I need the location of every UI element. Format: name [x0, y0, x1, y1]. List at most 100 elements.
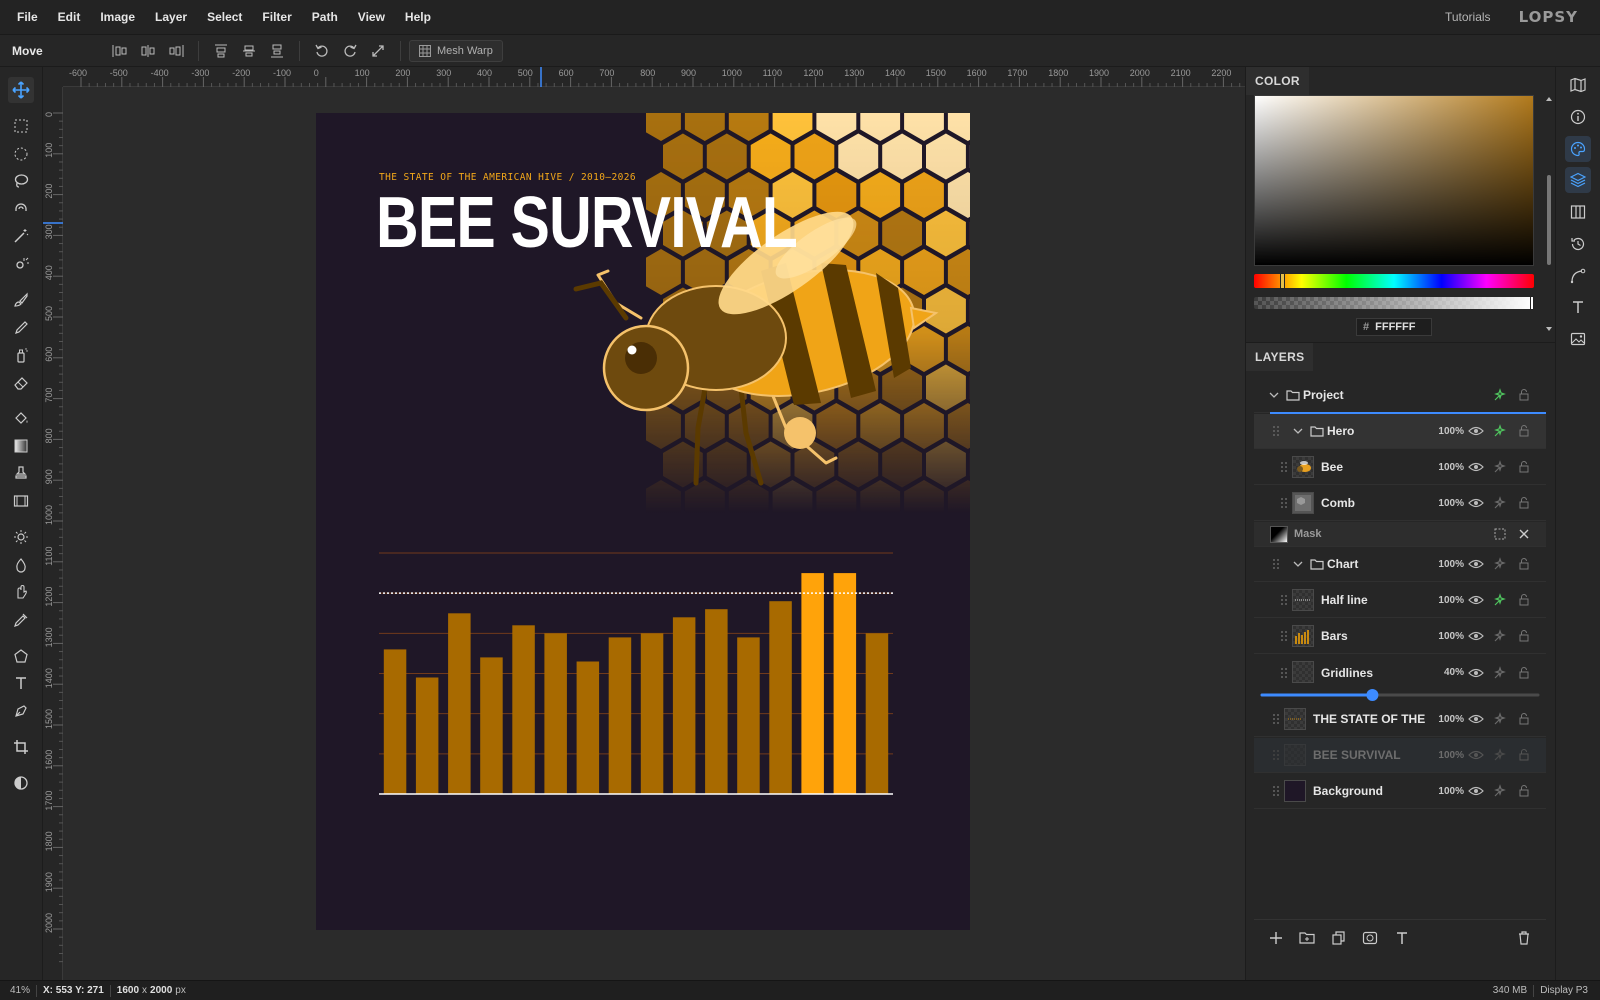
- layer-row-gridlines[interactable]: Gridlines 40%: [1254, 655, 1546, 690]
- menu-edit[interactable]: Edit: [48, 10, 91, 24]
- eye-icon[interactable]: [1468, 495, 1484, 511]
- eye-icon[interactable]: [1468, 628, 1484, 644]
- layer-opacity[interactable]: 100%: [1434, 631, 1464, 642]
- image-adjust-button[interactable]: [1565, 326, 1591, 352]
- channels-button[interactable]: [1565, 199, 1591, 225]
- text-tool[interactable]: [8, 670, 34, 696]
- layers-button[interactable]: [1565, 167, 1591, 193]
- canvas-area[interactable]: THE STATE OF THE AMERICAN HIVE / 2010–20…: [63, 88, 1245, 980]
- layer-opacity[interactable]: 100%: [1434, 714, 1464, 725]
- quick-select-tool[interactable]: [8, 251, 34, 277]
- align-middle-button[interactable]: [235, 37, 263, 65]
- layer-opacity[interactable]: 100%: [1434, 786, 1464, 797]
- magnetic-lasso-tool[interactable]: [8, 196, 34, 222]
- close-icon[interactable]: [1516, 526, 1532, 542]
- drag-handle-icon[interactable]: [1272, 749, 1280, 761]
- gradient-tool[interactable]: [8, 433, 34, 459]
- mask-select-icon[interactable]: [1492, 526, 1508, 542]
- dodge-tool[interactable]: [8, 524, 34, 550]
- menu-filter[interactable]: Filter: [252, 10, 301, 24]
- chevron-down-icon[interactable]: [1290, 423, 1306, 439]
- eyedropper-tool[interactable]: [8, 607, 34, 633]
- align-center-h-button[interactable]: [134, 37, 162, 65]
- fx-icon[interactable]: [1492, 556, 1508, 572]
- rotate-right-button[interactable]: [336, 37, 364, 65]
- lock-icon[interactable]: [1516, 628, 1532, 644]
- layer-row-comb[interactable]: Comb 100%: [1254, 486, 1546, 521]
- layer-opacity[interactable]: 100%: [1434, 595, 1464, 606]
- drag-handle-icon[interactable]: [1280, 497, 1288, 509]
- alpha-handle[interactable]: [1530, 296, 1534, 310]
- drag-handle-icon[interactable]: [1280, 630, 1288, 642]
- info-button[interactable]: [1565, 104, 1591, 130]
- color-button[interactable]: [1565, 136, 1591, 162]
- chevron-down-icon[interactable]: [1266, 387, 1282, 403]
- rect-select-tool[interactable]: [8, 113, 34, 139]
- brush-tool[interactable]: [8, 287, 34, 313]
- delete-layer-button[interactable]: [1514, 928, 1534, 948]
- tutorials-link[interactable]: Tutorials: [1445, 10, 1491, 24]
- menu-file[interactable]: File: [7, 10, 48, 24]
- rotate-left-button[interactable]: [308, 37, 336, 65]
- eye-icon[interactable]: [1468, 423, 1484, 439]
- pen-tool[interactable]: [8, 698, 34, 724]
- fx-icon[interactable]: [1492, 628, 1508, 644]
- mesh-warp-button[interactable]: Mesh Warp: [409, 39, 503, 62]
- layer-opacity[interactable]: 100%: [1434, 426, 1464, 437]
- pencil-tool[interactable]: [8, 315, 34, 341]
- fx-icon[interactable]: [1492, 783, 1508, 799]
- drag-handle-icon[interactable]: [1272, 713, 1280, 725]
- drag-handle-icon[interactable]: [1272, 425, 1280, 437]
- duplicate-layer-button[interactable]: [1329, 928, 1349, 948]
- alpha-slider[interactable]: [1254, 296, 1534, 310]
- drag-handle-icon[interactable]: [1280, 594, 1288, 606]
- fx-icon[interactable]: [1492, 592, 1508, 608]
- fx-icon[interactable]: [1492, 387, 1508, 403]
- eye-icon[interactable]: [1468, 459, 1484, 475]
- fx-icon[interactable]: [1492, 665, 1508, 681]
- stamp-tool[interactable]: [8, 460, 34, 486]
- ellipse-select-tool[interactable]: [8, 141, 34, 167]
- layer-opacity[interactable]: 100%: [1434, 462, 1464, 473]
- color-panel-tab[interactable]: COLOR: [1246, 67, 1309, 95]
- layer-row-hero[interactable]: Hero 100%: [1254, 414, 1546, 449]
- lock-icon[interactable]: [1516, 783, 1532, 799]
- burn-tool[interactable]: [8, 552, 34, 578]
- hue-slider[interactable]: [1254, 273, 1534, 289]
- eye-icon[interactable]: [1468, 556, 1484, 572]
- document-canvas[interactable]: THE STATE OF THE AMERICAN HIVE / 2010–20…: [316, 113, 970, 930]
- fx-icon[interactable]: [1492, 459, 1508, 475]
- drag-handle-icon[interactable]: [1280, 461, 1288, 473]
- lock-icon[interactable]: [1516, 459, 1532, 475]
- layer-row-chart[interactable]: Chart 100%: [1254, 547, 1546, 582]
- add-group-button[interactable]: [1297, 928, 1317, 948]
- lock-icon[interactable]: [1516, 387, 1532, 403]
- hue-handle[interactable]: [1280, 273, 1285, 289]
- layer-row-bars[interactable]: Bars 100%: [1254, 619, 1546, 654]
- drag-handle-icon[interactable]: [1280, 667, 1288, 679]
- fill-tool[interactable]: [8, 405, 34, 431]
- character-button[interactable]: [1565, 294, 1591, 320]
- magic-wand-tool[interactable]: [8, 223, 34, 249]
- smudge-tool[interactable]: [8, 579, 34, 605]
- eye-icon[interactable]: [1468, 665, 1484, 681]
- history-button[interactable]: [1565, 231, 1591, 257]
- lock-icon[interactable]: [1516, 711, 1532, 727]
- move-tool[interactable]: [8, 77, 34, 103]
- menu-path[interactable]: Path: [302, 10, 348, 24]
- add-layer-button[interactable]: [1266, 928, 1286, 948]
- layer-row-title-text[interactable]: BEE SURVIVAL 100%: [1254, 738, 1546, 773]
- color-panel-scrollbar[interactable]: [1545, 95, 1553, 335]
- align-top-button[interactable]: [207, 37, 235, 65]
- film-tool[interactable]: [8, 488, 34, 514]
- layer-opacity[interactable]: 100%: [1434, 559, 1464, 570]
- drag-handle-icon[interactable]: [1272, 785, 1280, 797]
- fx-icon[interactable]: [1492, 423, 1508, 439]
- opacity-slider-track[interactable]: [1254, 688, 1546, 702]
- lock-icon[interactable]: [1516, 747, 1532, 763]
- lock-icon[interactable]: [1516, 556, 1532, 572]
- shape-tool[interactable]: [8, 643, 34, 669]
- fx-icon[interactable]: [1492, 711, 1508, 727]
- zoom-level[interactable]: 41%: [0, 985, 36, 996]
- layer-row-mask[interactable]: Mask: [1254, 522, 1546, 547]
